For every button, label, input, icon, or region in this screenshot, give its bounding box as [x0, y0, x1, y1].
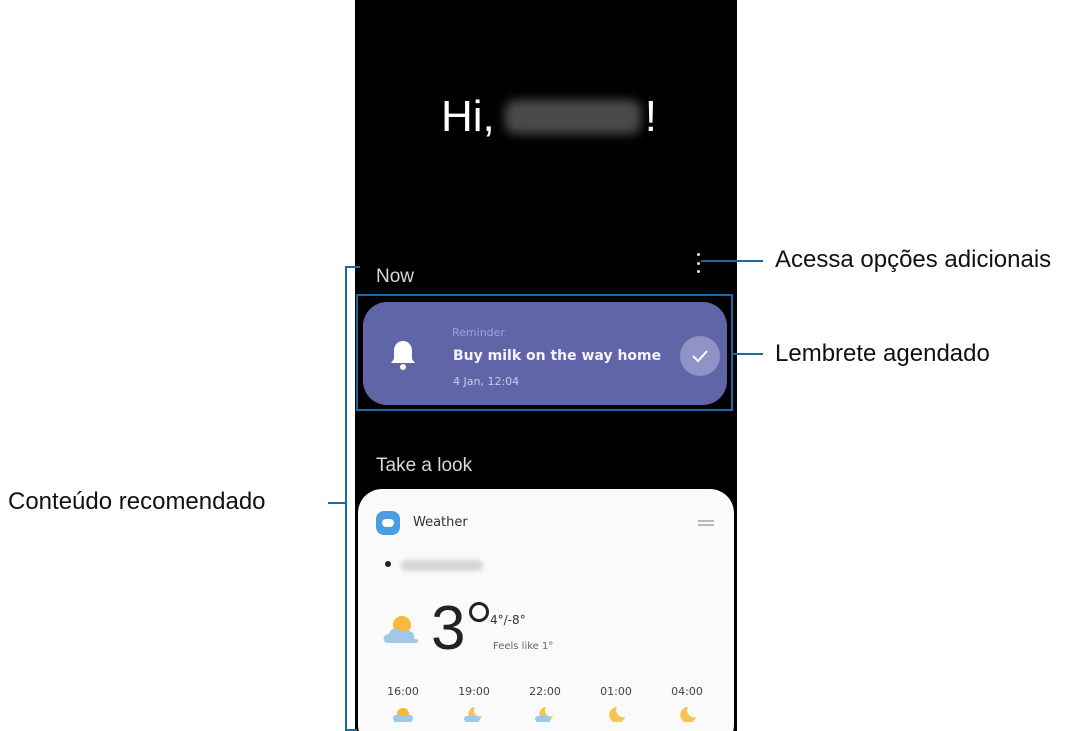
- bell-icon: [391, 341, 415, 370]
- phone-screen: Hi, ! Now Reminder Buy milk on the way h…: [355, 0, 737, 731]
- hour-time: 04:00: [671, 685, 703, 698]
- high-low-temperature: 4°/-8°: [490, 613, 526, 627]
- more-options-icon[interactable]: [693, 253, 703, 273]
- more-options-callout-line: [701, 260, 763, 262]
- reminder-highlight-bottom: [356, 409, 733, 411]
- weather-card[interactable]: Weather 3 4°/-8° Feels like 1° 16:00 19:…: [358, 489, 734, 731]
- reminder-callout-line: [733, 353, 763, 355]
- moon-cloud-icon: [535, 707, 553, 722]
- more-options-annotation: Acessa opções adicionais: [775, 246, 1052, 273]
- greeting-prefix: Hi,: [441, 92, 495, 141]
- degree-symbol: [469, 602, 489, 622]
- reminder-time: 4 Jan, 12:04: [453, 375, 520, 388]
- moon-icon: [680, 707, 696, 722]
- hourly-forecast: 16:00 19:00 22:00 01:00 04:00: [370, 685, 720, 722]
- hour-time: 22:00: [529, 685, 561, 698]
- recommended-content-annotation: Conteúdo recomendado: [8, 488, 266, 515]
- location-pin-icon: [385, 561, 391, 567]
- complete-reminder-button[interactable]: [680, 336, 720, 376]
- hour-time: 16:00: [387, 685, 419, 698]
- weather-app-icon: [376, 511, 400, 535]
- recommended-bracket-top: [345, 266, 360, 268]
- current-temperature: 3: [431, 594, 466, 663]
- reminder-highlight-top: [356, 294, 733, 296]
- hour-time: 01:00: [600, 685, 632, 698]
- drag-handle-icon[interactable]: [698, 520, 714, 526]
- reminder-title: Buy milk on the way home: [453, 348, 662, 364]
- take-a-look-title: Take a look: [376, 455, 473, 476]
- feels-like: Feels like 1°: [493, 641, 554, 652]
- hourly-item: 01:00: [583, 685, 649, 722]
- hourly-item: 04:00: [654, 685, 720, 722]
- check-icon: [692, 350, 708, 363]
- hour-time: 19:00: [458, 685, 490, 698]
- sun-cloud-icon: [383, 616, 419, 643]
- sun-cloud-icon: [393, 708, 413, 722]
- blurred-location: [401, 560, 483, 571]
- hourly-item: 16:00: [370, 685, 436, 722]
- greeting-suffix: !: [644, 92, 658, 141]
- scheduled-reminder-annotation: Lembrete agendado: [775, 340, 990, 367]
- moon-cloud-icon: [464, 707, 482, 722]
- reminder-card[interactable]: Reminder Buy milk on the way home 4 Jan,…: [363, 302, 727, 405]
- recommended-callout-line: [328, 502, 345, 504]
- reminder-label: Reminder: [452, 326, 505, 339]
- reminder-highlight-left: [356, 294, 358, 411]
- moon-icon: [609, 707, 625, 722]
- recommended-bracket-line: [345, 266, 347, 731]
- hourly-item: 22:00: [512, 685, 578, 722]
- hourly-item: 19:00: [441, 685, 507, 722]
- greeting: Hi, !: [441, 92, 657, 142]
- weather-app-name: Weather: [413, 515, 468, 530]
- blurred-user-name: [504, 100, 641, 134]
- now-section-title: Now: [376, 266, 415, 287]
